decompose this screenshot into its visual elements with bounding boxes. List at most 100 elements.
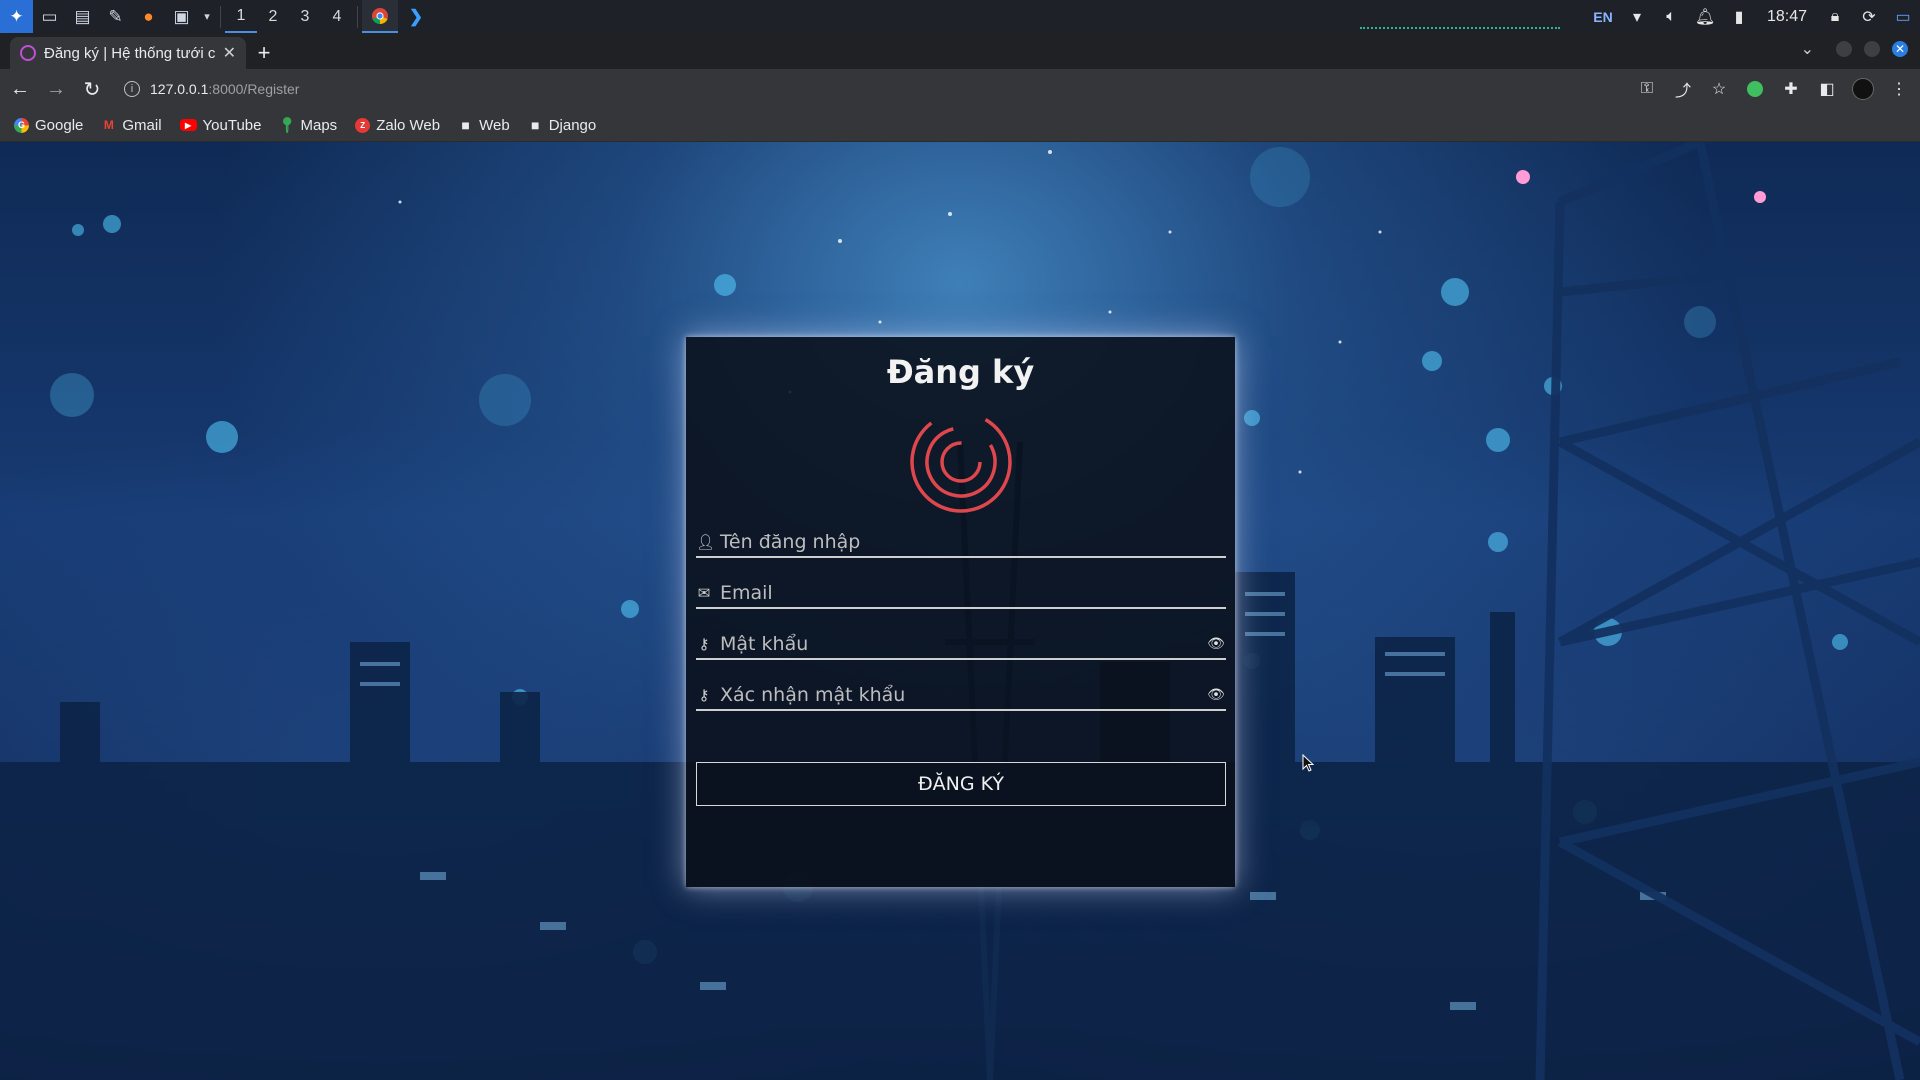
chrome-icon xyxy=(372,7,388,24)
zalo-icon: Z xyxy=(355,117,371,133)
extension-green-icon[interactable] xyxy=(1744,73,1766,105)
forward-button[interactable]: → xyxy=(40,73,72,105)
key-icon: ⚷ xyxy=(698,635,710,653)
password-input[interactable]: Mật khẩu xyxy=(720,633,1198,655)
taskbar-divider xyxy=(220,5,221,28)
bookmark-label: Gmail xyxy=(122,116,162,134)
profile-avatar[interactable] xyxy=(1852,73,1874,105)
folder-icon: ■ xyxy=(530,117,540,133)
bookmark-folder-web[interactable]: ■ Web xyxy=(458,116,510,134)
key-outline-icon: ⚷ xyxy=(698,686,710,704)
maximize-window-button[interactable] xyxy=(1864,41,1880,57)
register-button[interactable]: ĐĂNG KÝ xyxy=(696,762,1226,806)
bookmark-maps[interactable]: 📍︎ Maps xyxy=(277,116,338,135)
bookmark-folder-django[interactable]: ■ Django xyxy=(528,116,597,134)
text-editor-icon[interactable]: ✎ xyxy=(99,0,132,33)
terminal-icon[interactable]: ▣ xyxy=(165,0,198,33)
url-path: :8000/Register xyxy=(208,81,300,97)
menu-kebab-icon[interactable]: ⋮ xyxy=(1888,73,1910,105)
eye-icon[interactable]: 👁︎ xyxy=(1206,636,1226,652)
site-info-icon[interactable]: i xyxy=(124,81,140,97)
notification-bell-icon[interactable]: 🔔︎ xyxy=(1688,0,1722,33)
desktop-icon[interactable]: ▭ xyxy=(33,0,66,33)
key-icon[interactable]: ⚿ xyxy=(1636,73,1658,105)
wifi-icon[interactable]: ▾ xyxy=(1620,0,1654,33)
system-tray: EN ▾ 🔈︎ 🔔︎ ▮ 18:47 🔒︎ ⟳ ▭ xyxy=(1360,0,1920,33)
browser-tab-active[interactable]: Đăng ký | Hệ thống tưới cả ✕ xyxy=(10,37,246,69)
bookmark-zalo-web[interactable]: Z Zalo Web xyxy=(355,117,440,134)
password-field[interactable]: ⚷ Mật khẩu 👁︎ xyxy=(696,630,1226,660)
firefox-icon[interactable]: ● xyxy=(132,0,165,33)
browser-tab-strip: Đăng ký | Hệ thống tưới cả ✕ + ⌄ ✕ xyxy=(0,33,1920,69)
username-input[interactable]: Tên đăng nhập xyxy=(720,531,1226,553)
bookmark-label: Web xyxy=(479,116,510,134)
google-icon: G xyxy=(14,117,29,133)
taskbar-chrome-app[interactable] xyxy=(362,0,398,33)
tab-title: Đăng ký | Hệ thống tưới cả xyxy=(44,44,215,62)
mouse-cursor-icon xyxy=(1302,754,1314,772)
vscode-icon: ❯ xyxy=(408,6,424,26)
eye-icon[interactable]: 👁︎ xyxy=(1206,687,1226,703)
bookmark-label: Maps xyxy=(300,116,338,134)
extensions-puzzle-icon[interactable]: ✚ xyxy=(1780,73,1802,105)
taskbar-vscode-app[interactable]: ❯ xyxy=(398,0,434,33)
side-panel-icon[interactable]: ◧ xyxy=(1816,73,1838,105)
bookmark-label: Google xyxy=(35,116,84,134)
keyboard-layout-indicator[interactable]: EN xyxy=(1586,0,1620,33)
gmail-icon: M xyxy=(103,118,114,132)
logo-rings-icon xyxy=(910,411,1012,513)
os-taskbar: ✦ ▭ ▤ ✎ ● ▣ ▾ 1 2 3 4 ❯ EN ▾ 🔈︎ 🔔︎ ▮ 18:… xyxy=(0,0,1920,33)
youtube-icon: ▶ xyxy=(179,119,197,131)
start-menu-icon[interactable]: ✦ xyxy=(0,0,33,33)
window-controls: ⌄ ✕ xyxy=(1801,39,1908,59)
bookmark-youtube[interactable]: ▶ YouTube xyxy=(179,116,262,134)
new-tab-button[interactable]: + xyxy=(246,37,282,69)
display-icon[interactable]: ▭ xyxy=(1886,0,1920,33)
register-form-card: Đăng ký 👤︎ Tên đăng nhập ✉ Email ⚷ Mật k… xyxy=(686,337,1235,887)
volume-icon[interactable]: 🔈︎ xyxy=(1654,0,1688,33)
reload-button[interactable]: ↻ xyxy=(76,73,108,105)
bookmark-star-icon[interactable]: ☆ xyxy=(1708,73,1730,105)
network-activity-graph xyxy=(1360,17,1560,29)
workspace-1[interactable]: 1 xyxy=(225,0,257,33)
back-button[interactable]: ← xyxy=(4,73,36,105)
site-favicon-icon xyxy=(20,45,36,61)
page-viewport: Đăng ký 👤︎ Tên đăng nhập ✉ Email ⚷ Mật k… xyxy=(0,142,1920,1080)
refresh-session-icon[interactable]: ⟳ xyxy=(1852,0,1886,33)
maps-icon: 📍︎ xyxy=(277,117,297,134)
envelope-icon: ✉ xyxy=(697,584,711,602)
tab-search-chevron-icon[interactable]: ⌄ xyxy=(1801,39,1814,59)
user-icon: 👤︎ xyxy=(696,533,716,551)
browser-toolbar: ← → ↻ i 127.0.0.1:8000/Register ⚿ ⤴ ☆ ✚ … xyxy=(0,69,1920,109)
taskbar-launchers: ✦ ▭ ▤ ✎ ● ▣ ▾ 1 2 3 4 ❯ xyxy=(0,0,434,33)
workspace-4[interactable]: 4 xyxy=(321,0,353,33)
email-input[interactable]: Email xyxy=(720,582,1226,604)
battery-icon[interactable]: ▮ xyxy=(1722,0,1756,33)
bookmark-label: Django xyxy=(548,116,597,134)
url-host: 127.0.0.1 xyxy=(150,81,209,97)
lock-icon[interactable]: 🔒︎ xyxy=(1818,0,1852,33)
folder-icon: ■ xyxy=(461,117,470,133)
email-field[interactable]: ✉ Email xyxy=(696,579,1226,609)
bookmark-label: Zalo Web xyxy=(376,116,441,134)
close-window-button[interactable]: ✕ xyxy=(1892,41,1908,57)
address-bar[interactable]: i 127.0.0.1:8000/Register xyxy=(124,73,1624,105)
bookmark-google[interactable]: G Google xyxy=(14,117,83,134)
page-title: Đăng ký xyxy=(886,353,1035,391)
chevron-down-icon[interactable]: ▾ xyxy=(198,0,216,33)
taskbar-clock[interactable]: 18:47 xyxy=(1756,8,1818,26)
bookmarks-bar: G Google M Gmail ▶ YouTube 📍︎ Maps Z Zal… xyxy=(0,109,1920,142)
confirm-password-field[interactable]: ⚷ Xác nhận mật khẩu 👁︎ xyxy=(696,681,1226,711)
username-field[interactable]: 👤︎ Tên đăng nhập xyxy=(696,528,1226,558)
confirm-password-input[interactable]: Xác nhận mật khẩu xyxy=(720,684,1198,706)
toolbar-actions: ⚿ ⤴ ☆ ✚ ◧ ⋮ xyxy=(1636,73,1910,105)
minimize-window-button[interactable] xyxy=(1836,41,1852,57)
taskbar-divider xyxy=(357,5,358,28)
bookmark-label: YouTube xyxy=(202,116,262,134)
close-tab-icon[interactable]: ✕ xyxy=(223,43,236,63)
file-manager-icon[interactable]: ▤ xyxy=(66,0,99,33)
workspace-3[interactable]: 3 xyxy=(289,0,321,33)
workspace-2[interactable]: 2 xyxy=(257,0,289,33)
share-icon[interactable]: ⤴ xyxy=(1672,73,1694,105)
bookmark-gmail[interactable]: M Gmail xyxy=(101,116,162,134)
